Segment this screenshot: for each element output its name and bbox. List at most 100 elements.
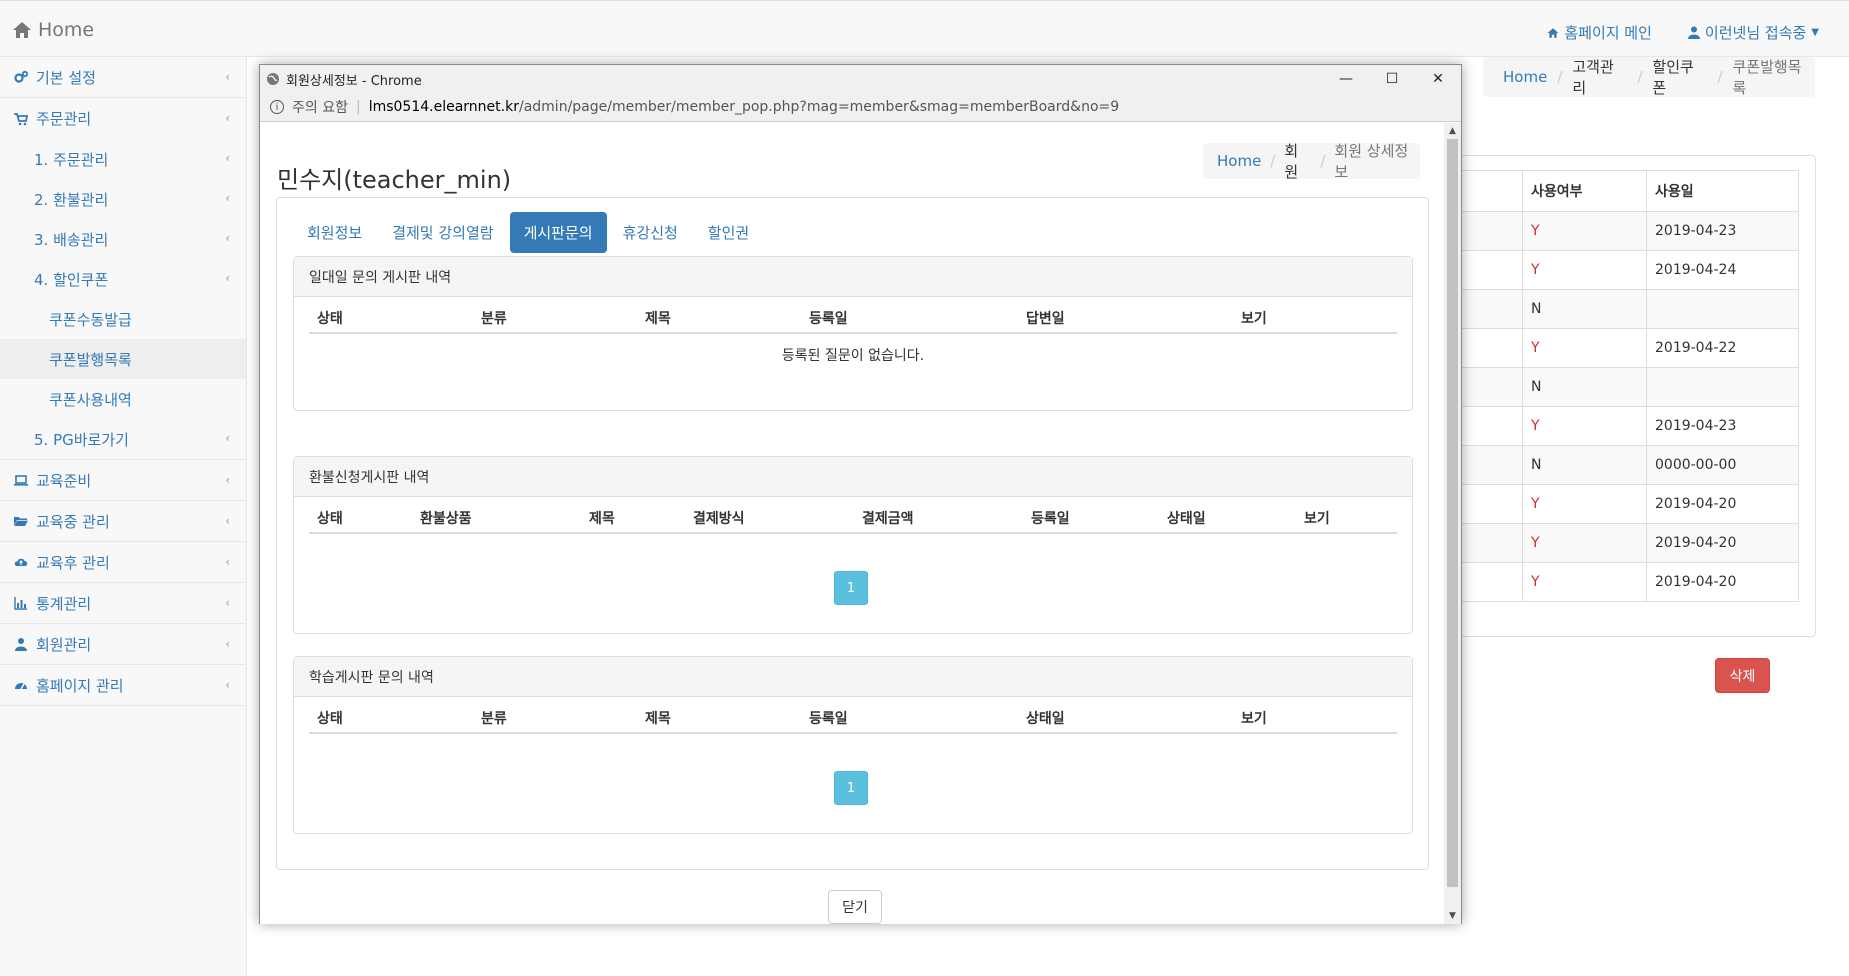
scroll-up-arrow-icon[interactable]: ▲ (1444, 123, 1461, 139)
sidebar-item-members[interactable]: 회원관리 ‹ (0, 624, 246, 665)
sidebar-link-coupon-issue-list[interactable]: 쿠폰발행목록 (0, 339, 246, 379)
panel-heading: 학습게시판 문의 내역 (294, 657, 1412, 697)
used-date: 2019-04-24 (1646, 250, 1799, 290)
column-header: 제목 (645, 311, 671, 327)
column-header: 등록일 (1031, 511, 1070, 527)
sidebar-item-label: 교육후 관리 (36, 553, 110, 572)
column-header: 분류 (481, 311, 507, 327)
used-date: 2019-04-23 (1646, 406, 1799, 446)
scrollbar-thumb[interactable] (1447, 139, 1458, 887)
table-header-used-date: 사용일 (1646, 170, 1799, 212)
minimize-icon[interactable]: — (1323, 65, 1369, 93)
sidebar-subitem-discount-coupon[interactable]: 4. 할인쿠폰 ‹ (0, 259, 246, 299)
usage-flag: N (1522, 289, 1647, 329)
homepage-main-link[interactable]: 홈페이지 메인 (1547, 22, 1652, 43)
top-navbar: Home 홈페이지 메인 이런넷님 접속중 ▼ (0, 0, 1849, 57)
chevron-left-icon: ‹ (225, 231, 230, 245)
popup-address-bar[interactable]: i 주의 요함 | lms0514.elearnnet.kr/admin/pag… (260, 93, 1461, 122)
sidebar-link-coupon-usage[interactable]: 쿠폰사용내역 (0, 379, 246, 419)
sidebar-subitem-pg-shortcut[interactable]: 5. PG바로가기 ‹ (0, 419, 246, 460)
usage-flag: Y (1522, 523, 1647, 563)
cart-icon (14, 112, 32, 126)
used-date (1646, 289, 1799, 329)
column-header: 상태 (317, 511, 343, 527)
cloud-upload-icon (14, 555, 32, 569)
used-date (1646, 367, 1799, 407)
table-row: Y 2019-04-24 (1445, 250, 1799, 290)
sidebar-item-education-ongoing[interactable]: 교육중 관리 ‹ (0, 501, 246, 542)
empty-message: 등록된 질문이 없습니다. (781, 348, 925, 364)
sidebar-item-education-post[interactable]: 교육후 관리 ‹ (0, 542, 246, 583)
tab-board-inquiries[interactable]: 게시판문의 (509, 212, 607, 253)
breadcrumb-item: 회원 (1284, 142, 1299, 181)
sidebar-item-homepage-admin[interactable]: 홈페이지 관리 ‹ (0, 665, 246, 706)
security-warning-label: 주의 요함 (292, 100, 348, 116)
column-header: 상태 (317, 311, 343, 327)
info-icon: i (270, 100, 284, 114)
used-date: 2019-04-20 (1646, 562, 1799, 602)
breadcrumb-home-link[interactable]: Home (1503, 68, 1547, 86)
table-header-row: 상태 환불상품 제목 결제방식 결제금액 등록일 상태일 보기 (309, 497, 1397, 534)
pagination-page-button[interactable]: 1 (834, 771, 868, 805)
home-icon (1547, 27, 1559, 38)
sidebar-item-label: 2. 환불관리 (34, 190, 109, 209)
maximize-icon[interactable]: ☐ (1369, 65, 1415, 93)
sidebar-subitem-refund-management[interactable]: 2. 환불관리 ‹ (0, 179, 246, 219)
column-header: 상태 (317, 711, 343, 727)
column-header: 보기 (1304, 511, 1330, 527)
pagination-page-button[interactable]: 1 (834, 571, 868, 605)
column-header: 제목 (645, 711, 671, 727)
popup-content: 민수지(teacher_min) Home / 회원 / 회원 상세정보 회원정… (260, 123, 1445, 924)
sidebar-item-label: 1. 주문관리 (34, 150, 109, 169)
sidebar-item-statistics[interactable]: 통계관리 ‹ (0, 583, 246, 624)
tab-member-info[interactable]: 회원정보 (293, 212, 376, 253)
table-header-usage: 사용여부 (1522, 170, 1647, 212)
user-menu-dropdown[interactable]: 이런넷님 접속중 ▼ (1687, 22, 1819, 43)
chevron-left-icon: ‹ (225, 111, 230, 125)
used-date: 2019-04-20 (1646, 484, 1799, 524)
table-row: Y 2019-04-20 (1445, 562, 1799, 602)
member-name-title: 민수지(teacher_min) (277, 166, 512, 194)
table-row: Y 2019-04-22 (1445, 328, 1799, 368)
chevron-left-icon: ‹ (225, 473, 230, 487)
sidebar-item-label: 쿠폰발행목록 (49, 350, 132, 369)
panel-heading: 일대일 문의 게시판 내역 (294, 257, 1412, 297)
tab-payment-lectures[interactable]: 결제및 강의열람 (378, 212, 507, 253)
dashboard-icon (14, 678, 32, 692)
panel-heading: 환불신청게시판 내역 (294, 457, 1412, 497)
breadcrumb-item: 할인쿠폰 (1652, 58, 1694, 97)
sidebar-subitem-order-management[interactable]: 1. 주문관리 ‹ (0, 139, 246, 179)
chevron-down-icon: ‹ (225, 271, 230, 285)
scroll-down-arrow-icon[interactable]: ▼ (1444, 908, 1461, 924)
close-icon[interactable]: ✕ (1415, 65, 1461, 93)
column-header: 결제금액 (862, 511, 914, 527)
chevron-left-icon: ‹ (225, 431, 230, 445)
column-header: 상태일 (1026, 711, 1065, 727)
refund-table: 상태 환불상품 제목 결제방식 결제금액 등록일 상태일 보기 (309, 497, 1397, 534)
tab-discount-voucher[interactable]: 할인권 (694, 212, 763, 253)
delete-button[interactable]: 삭제 (1715, 658, 1770, 693)
tab-leave-request[interactable]: 휴강신청 (609, 212, 692, 253)
breadcrumb-current: 쿠폰발행목록 (1732, 58, 1802, 97)
sidebar-item-education-prep[interactable]: 교육준비 ‹ (0, 460, 246, 501)
member-detail-panel: 회원정보 결제및 강의열람 게시판문의 휴강신청 할인권 일대일 문의 게시판 … (276, 197, 1429, 870)
usage-flag: N (1522, 367, 1647, 407)
chevron-left-icon: ‹ (225, 637, 230, 651)
sidebar-item-label: 교육중 관리 (36, 512, 110, 531)
column-header: 보기 (1241, 311, 1267, 327)
close-button[interactable]: 닫기 (828, 890, 882, 924)
popup-title-bar[interactable]: 회원상세정보 - Chrome — ☐ ✕ (260, 65, 1461, 93)
sidebar-item-orders[interactable]: 주문관리 ‹ (0, 98, 246, 139)
sidebar-link-manual-coupon-issue[interactable]: 쿠폰수동발급 (0, 299, 246, 339)
breadcrumb-home-link[interactable]: Home (1217, 152, 1261, 170)
chevron-left-icon: ‹ (225, 70, 230, 84)
column-header: 분류 (481, 711, 507, 727)
sidebar-subitem-shipping-management[interactable]: 3. 배송관리 ‹ (0, 219, 246, 259)
used-date: 2019-04-22 (1646, 328, 1799, 368)
chevron-left-icon: ‹ (225, 191, 230, 205)
brand-home-link[interactable]: Home (12, 19, 94, 41)
folder-open-icon (14, 514, 32, 528)
used-date: 2019-04-23 (1646, 211, 1799, 251)
sidebar-item-basic-settings[interactable]: 기본 설정 ‹ (0, 57, 246, 98)
popup-scrollbar[interactable]: ▲ ▼ (1444, 123, 1461, 924)
